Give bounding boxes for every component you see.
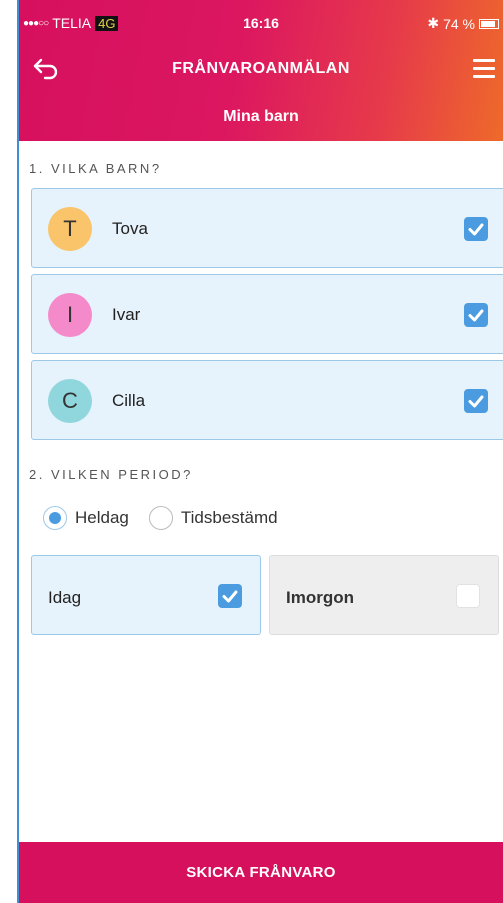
day-card-idag[interactable]: Idag [31,555,261,635]
hamburger-icon [473,59,495,62]
day-label: Imorgon [286,588,354,607]
radio-tidsbestamd[interactable] [148,506,173,530]
avatar: T [48,207,92,251]
status-bar: ●●●○○ TELIA 4G 16:16 ✱ 74 % [19,12,503,32]
page-title: FRÅNVAROANMÄLAN [172,60,350,77]
child-checkbox[interactable] [464,303,488,327]
page-subtitle: Mina barn [223,108,299,125]
period-radio-group: Heldag Tidsbestämd [43,506,298,530]
child-name: Tova [112,219,148,238]
checkmark-icon [468,223,484,236]
nav-bar: FRÅNVAROANMÄLAN [19,55,503,85]
hamburger-line [473,75,495,78]
day-card-imorgon[interactable]: Imorgon [269,555,499,635]
child-name: Cilla [112,391,146,410]
status-right: ✱ 74 % [427,15,499,32]
child-card-cilla[interactable]: C Cilla [31,360,503,440]
checkmark-icon [468,395,484,408]
day-checkbox[interactable] [456,584,480,608]
battery-icon [479,18,499,29]
day-checkbox[interactable] [218,584,242,608]
section-period-label: 2. VILKEN PERIOD? [29,467,193,482]
child-checkbox[interactable] [464,389,488,413]
section-children-label: 1. VILKA BARN? [29,161,162,176]
child-name: Ivar [112,305,141,324]
checkmark-icon [468,309,484,322]
hamburger-line [473,67,495,70]
day-label: Idag [48,588,82,607]
app-header: ●●●○○ TELIA 4G 16:16 ✱ 74 % FRÅNVAROANMÄ… [19,0,503,141]
radio-label-tidsbestamd[interactable]: Tidsbestämd [181,508,278,528]
radio-label-heldag[interactable]: Heldag [75,508,129,528]
child-checkbox[interactable] [464,217,488,241]
checkmark-icon [222,590,238,603]
avatar: I [48,293,92,337]
menu-button[interactable] [473,59,495,79]
radio-heldag[interactable] [43,506,67,530]
bluetooth-icon: ✱ [427,15,440,31]
child-card-tova[interactable]: T Tova [31,188,503,268]
child-card-ivar[interactable]: I Ivar [31,274,503,354]
submit-absence-button[interactable]: SKICKA FRÅNVARO [19,842,503,903]
avatar: C [48,379,92,423]
battery-percent: 74 % [443,15,475,32]
app-screen: ●●●○○ TELIA 4G 16:16 ✱ 74 % FRÅNVAROANMÄ… [17,0,503,903]
